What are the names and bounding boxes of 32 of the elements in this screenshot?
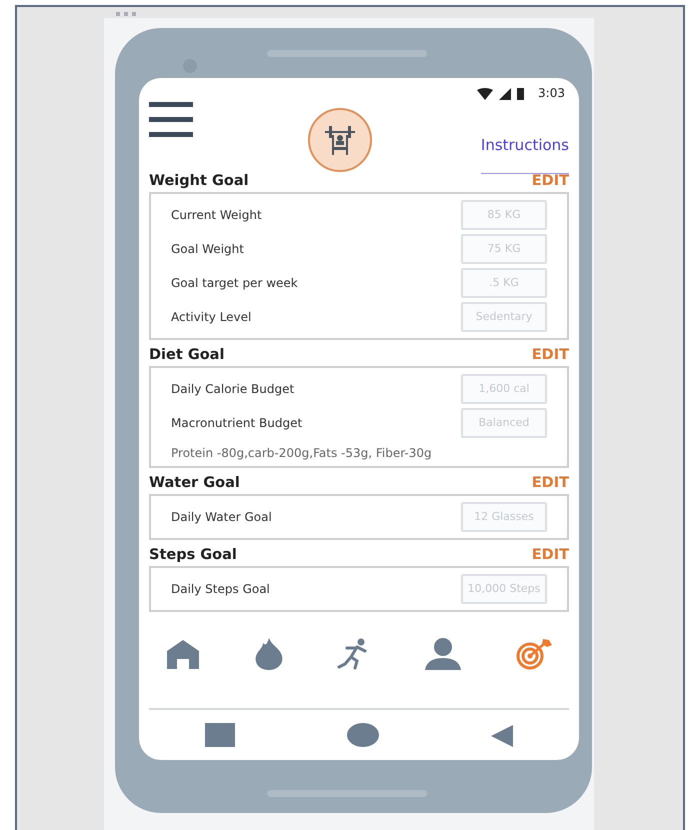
edit-button[interactable]: EDIT bbox=[532, 548, 569, 564]
recents-icon[interactable] bbox=[205, 723, 235, 748]
person-icon[interactable] bbox=[424, 638, 462, 670]
field-label: Daily Calorie Budget bbox=[171, 380, 294, 398]
section-title: Water Goal bbox=[149, 476, 240, 492]
edit-button[interactable]: EDIT bbox=[532, 348, 569, 364]
menu-icon[interactable] bbox=[149, 102, 193, 138]
field-label: Goal target per week bbox=[171, 274, 298, 292]
instructions-link[interactable]: Instructions bbox=[480, 136, 569, 174]
clock-time: 3:03 bbox=[538, 85, 565, 102]
section-title: Weight Goal bbox=[149, 174, 249, 190]
section-title: Diet Goal bbox=[149, 348, 224, 364]
barbell-bench-icon bbox=[323, 123, 357, 157]
section-title: Steps Goal bbox=[149, 548, 237, 564]
home-icon[interactable] bbox=[165, 638, 201, 669]
field-label: Macronutrient Budget bbox=[171, 414, 302, 432]
flame-icon[interactable] bbox=[254, 638, 284, 670]
edit-button[interactable]: EDIT bbox=[532, 174, 569, 190]
field-label: Daily Steps Goal bbox=[171, 580, 270, 598]
dots-icon bbox=[116, 12, 138, 16]
home-button-icon[interactable] bbox=[347, 723, 379, 748]
field-label: Activity Level bbox=[171, 308, 252, 326]
edit-button[interactable]: EDIT bbox=[532, 476, 569, 492]
field-label: Current Weight bbox=[171, 206, 262, 224]
wifi-icon bbox=[477, 88, 494, 100]
signal-icon bbox=[499, 88, 512, 100]
battery-icon bbox=[517, 88, 524, 100]
target-icon[interactable] bbox=[515, 638, 553, 670]
field-label: Daily Water Goal bbox=[171, 508, 272, 526]
field-label: Goal Weight bbox=[171, 240, 244, 258]
macro-breakdown: Protein -80g,carb-200g,Fats -53g, Fiber-30g bbox=[171, 444, 433, 462]
back-icon[interactable] bbox=[491, 724, 513, 747]
